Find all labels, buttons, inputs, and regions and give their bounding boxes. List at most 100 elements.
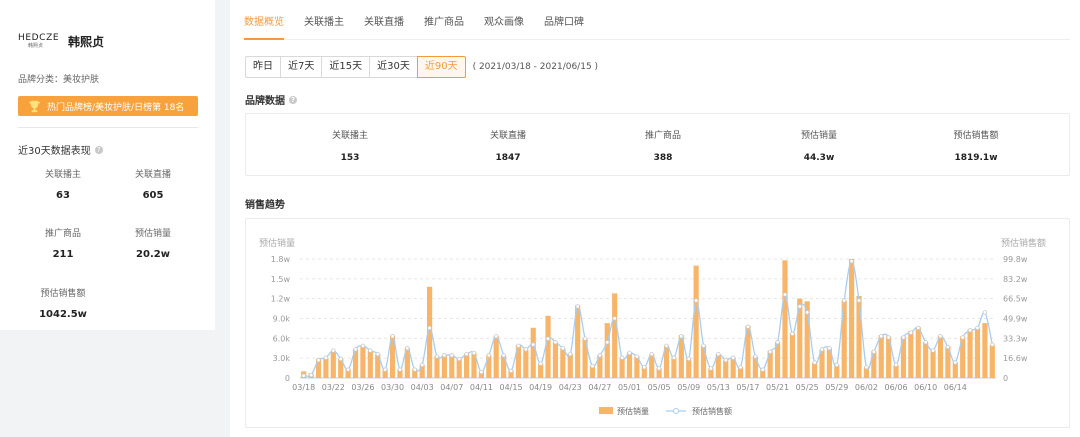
- range-30d[interactable]: 近30天: [369, 56, 418, 78]
- y2-tick-label: 99.8w: [1003, 255, 1028, 264]
- tab-reputation[interactable]: 品牌口碑: [544, 10, 584, 40]
- sales-bar: [367, 350, 373, 378]
- sales-bar: [434, 356, 440, 378]
- sales-bar: [693, 265, 699, 378]
- tab-audience[interactable]: 观众画像: [484, 10, 524, 40]
- revenue-point: [397, 367, 403, 372]
- stat-related-streamers: 关联播主 63: [44, 170, 81, 201]
- revenue-point: [693, 298, 699, 303]
- legend-revenue-marker: [673, 408, 679, 414]
- sales-bar: [789, 333, 795, 378]
- revenue-point: [590, 363, 595, 369]
- revenue-point: [975, 325, 980, 331]
- y2-axis-title: 预估销售额: [1001, 237, 1046, 249]
- x-tick-label: 03/22: [322, 383, 345, 392]
- revenue-point: [412, 367, 417, 372]
- stat-related-lives: 关联直播 605: [134, 170, 171, 201]
- revenue-point: [797, 304, 802, 309]
- sales-bar: [878, 335, 884, 378]
- sales-bar: [545, 315, 551, 378]
- brand-stat-revenue: 预估销售额 1819.1w: [953, 131, 999, 163]
- revenue-point: [849, 258, 854, 264]
- brand-stat-products: 推广商品 388: [644, 131, 681, 163]
- tab-streamers[interactable]: 关联播主: [304, 10, 344, 40]
- revenue-point: [553, 340, 558, 345]
- sales-bar: [567, 353, 573, 378]
- sales-bar: [849, 259, 855, 378]
- revenue-point: [523, 347, 529, 352]
- revenue-point: [649, 351, 654, 357]
- revenue-point: [323, 355, 329, 360]
- revenue-point: [901, 335, 906, 340]
- sales-bar: [604, 323, 610, 378]
- performance-title: 近30天数据表现 ?: [18, 142, 103, 157]
- range-90d[interactable]: 近90天: [416, 56, 466, 78]
- tab-lives[interactable]: 关联直播: [364, 10, 404, 40]
- sales-trend-title: 销售趋势: [245, 200, 285, 211]
- revenue-point: [804, 310, 810, 315]
- y2-tick-label: 33.3w: [1003, 334, 1028, 343]
- tab-products[interactable]: 推广商品: [424, 10, 464, 40]
- stat-est-sales: 预估销量 20.2w: [134, 229, 171, 260]
- revenue-point: [686, 356, 691, 362]
- sales-bar: [686, 358, 692, 378]
- stat-promoted-products: 推广商品 211: [44, 229, 81, 260]
- revenue-point: [345, 367, 351, 372]
- sales-bar: [930, 350, 936, 378]
- revenue-point: [301, 373, 306, 378]
- revenue-point: [953, 360, 958, 365]
- revenue-point: [538, 361, 543, 366]
- brand-stat-lives: 关联直播 1847: [489, 131, 526, 163]
- revenue-point: [879, 334, 884, 339]
- x-tick-label: 06/02: [855, 383, 878, 392]
- revenue-point: [819, 347, 825, 352]
- brand-stat-streamers: 关联播主 153: [331, 131, 368, 163]
- revenue-point: [434, 354, 440, 359]
- y-tick-label: 1.5w: [271, 275, 291, 284]
- y-axis-title: 预估销量: [259, 237, 295, 249]
- revenue-point: [827, 345, 832, 351]
- revenue-point: [390, 334, 395, 339]
- range-yesterday[interactable]: 昨日: [245, 56, 281, 78]
- legend-revenue-label: 预估销售额: [692, 406, 732, 416]
- sales-bar: [700, 345, 707, 378]
- x-tick-label: 05/05: [648, 383, 671, 392]
- revenue-point: [308, 372, 314, 378]
- sales-bar: [360, 345, 366, 378]
- x-tick-label: 05/29: [825, 383, 848, 392]
- range-7d[interactable]: 近7天: [280, 56, 323, 78]
- x-tick-label: 05/01: [618, 383, 641, 392]
- revenue-point: [701, 343, 706, 349]
- revenue-point: [893, 362, 899, 368]
- x-tick-label: 05/25: [796, 383, 819, 392]
- sales-bar: [486, 354, 492, 378]
- revenue-point: [560, 345, 566, 351]
- x-tick-label: 04/03: [411, 383, 434, 392]
- info-icon[interactable]: ?: [289, 95, 297, 104]
- x-tick-label: 06/14: [944, 383, 967, 392]
- rank-banner[interactable]: 热门品牌榜/美妆护肤/日榜第 18名: [18, 96, 198, 116]
- revenue-point: [923, 340, 928, 345]
- sales-bar: [626, 352, 633, 378]
- info-icon[interactable]: ?: [94, 145, 103, 154]
- revenue-point: [360, 343, 366, 349]
- revenue-point: [982, 310, 988, 315]
- revenue-point: [531, 342, 536, 347]
- brand-sidebar: HEDCZE 韩熙贞 韩熙贞 品牌分类：美妆护肤 热门品牌榜/美妆护肤/日榜第 …: [0, 0, 215, 330]
- brand-logo: HEDCZE 韩熙贞: [18, 32, 60, 49]
- revenue-point: [790, 331, 795, 337]
- revenue-point: [338, 356, 343, 362]
- y2-tick-label: 83.2w: [1003, 275, 1028, 284]
- sales-bar: [671, 357, 677, 378]
- revenue-point: [656, 366, 662, 371]
- sales-bar: [441, 355, 447, 378]
- revenue-point: [568, 351, 573, 357]
- sales-bar: [752, 356, 758, 378]
- tab-overview[interactable]: 数据概览: [244, 10, 284, 40]
- sales-bar: [619, 358, 625, 378]
- date-range-selector: 昨日 近7天 近15天 近30天 近90天 ( 2021/03/18 - 202…: [245, 56, 598, 78]
- sales-bar: [456, 358, 462, 378]
- revenue-point: [745, 324, 751, 329]
- range-15d[interactable]: 近15天: [321, 56, 371, 78]
- y-tick-label: 1.8w: [271, 255, 291, 264]
